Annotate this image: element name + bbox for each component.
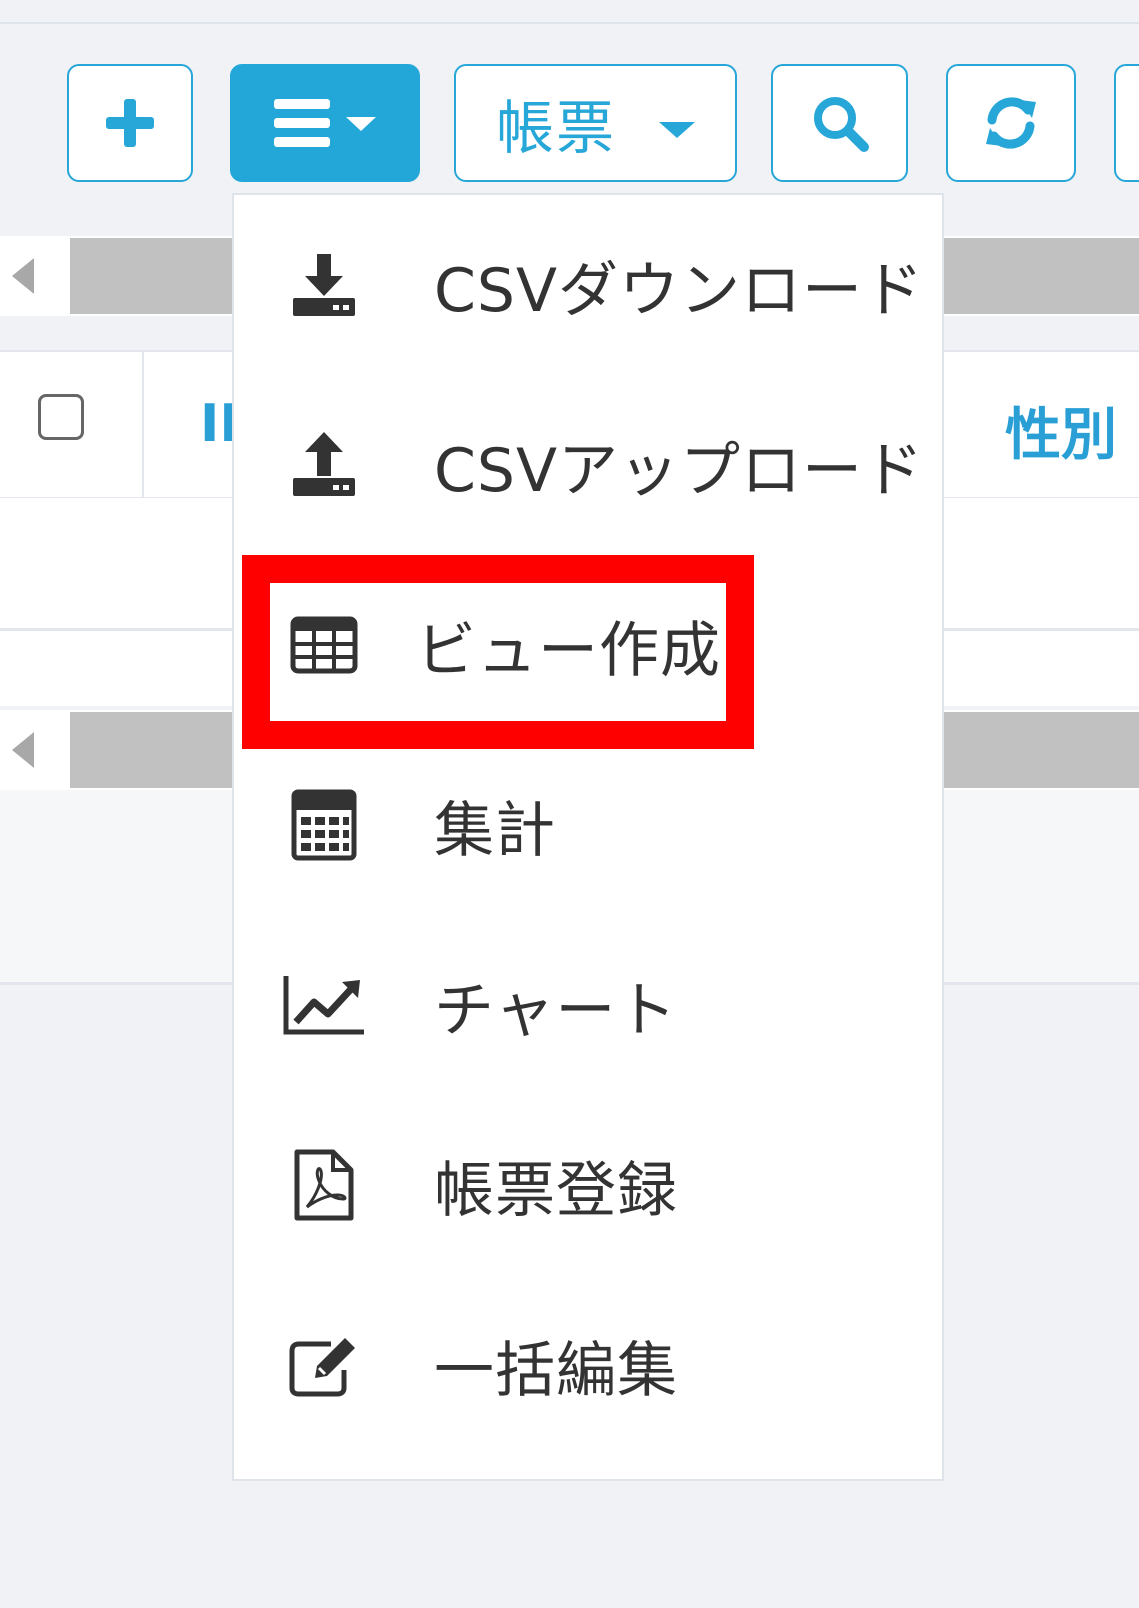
refresh-button[interactable] <box>946 64 1076 182</box>
menu-item-label: 帳票登録 <box>434 1155 678 1226</box>
upload-icon <box>282 423 366 507</box>
file-pdf-icon <box>282 1143 366 1227</box>
menu-item-csv-upload[interactable]: CSVアップロード <box>234 375 942 555</box>
menu-item-label: CSVアップロード <box>434 435 925 506</box>
tools-dropdown-menu: CSVダウンロード CSVアップロード ビュー作成 集計 チャート 帳票登録 一… <box>232 193 944 1481</box>
menu-toggle-button[interactable] <box>230 64 420 182</box>
select-all-checkbox[interactable] <box>38 394 84 440</box>
edit-icon <box>282 1323 366 1407</box>
chevron-down-icon <box>659 122 695 138</box>
add-button[interactable] <box>67 64 193 182</box>
search-icon <box>813 97 869 152</box>
scroll-left-arrow-icon[interactable] <box>12 732 34 768</box>
menu-item-label: 一括編集 <box>434 1335 678 1406</box>
menu-item-chart[interactable]: チャート <box>234 915 942 1095</box>
more-toolbar-button[interactable] <box>1114 64 1139 182</box>
highlight-box <box>242 555 754 749</box>
download-icon <box>282 243 366 327</box>
bars-icon <box>274 99 376 147</box>
scroll-left-arrow-icon[interactable] <box>12 258 34 294</box>
menu-item-register-report[interactable]: 帳票登録 <box>234 1095 942 1275</box>
menu-item-csv-download[interactable]: CSVダウンロード <box>234 195 942 375</box>
menu-item-bulk-edit[interactable]: 一括編集 <box>234 1275 942 1455</box>
report-button-label: 帳票 <box>496 94 617 162</box>
menu-item-aggregate[interactable]: 集計 <box>234 735 942 915</box>
search-button[interactable] <box>771 64 908 182</box>
report-dropdown-button[interactable]: 帳票 <box>454 64 737 182</box>
calculator-icon <box>282 783 366 867</box>
menu-item-label: チャート <box>434 975 678 1046</box>
column-header-gender[interactable]: 性別 <box>1005 390 1117 471</box>
top-divider <box>0 22 1139 24</box>
plus-icon <box>106 99 154 147</box>
refresh-icon <box>986 97 1036 149</box>
menu-item-label: 集計 <box>434 795 556 866</box>
line-chart-icon <box>282 963 366 1047</box>
column-divider <box>142 352 144 497</box>
menu-item-label: CSVダウンロード <box>434 255 925 326</box>
